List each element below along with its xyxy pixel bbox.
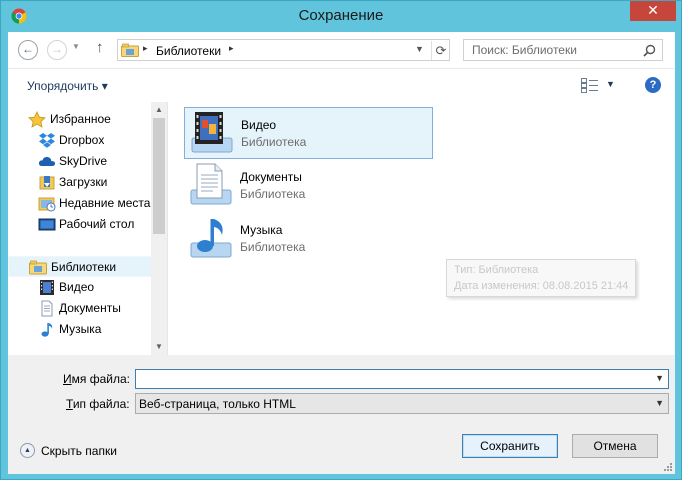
nav-item-recent-places[interactable]: Недавние места xyxy=(8,193,155,214)
recent-places-icon xyxy=(38,197,56,212)
nav-item-label: Рабочий стол xyxy=(59,217,135,231)
chevron-down-icon: ▼ xyxy=(72,42,80,51)
cancel-button[interactable]: Отмена xyxy=(572,434,658,458)
library-name: Видео xyxy=(241,118,277,132)
desktop-icon xyxy=(38,218,56,231)
nav-item-documents[interactable]: Документы xyxy=(8,298,155,319)
downloads-folder-icon xyxy=(39,176,55,190)
help-icon[interactable]: ? xyxy=(645,77,661,93)
nav-favorites-label: Избранное xyxy=(50,112,111,126)
nav-pane-scrollbar[interactable]: ▲ ▼ xyxy=(151,102,167,355)
chevron-down-icon: ▼ xyxy=(415,44,424,54)
nav-item-label: Dropbox xyxy=(59,133,105,147)
library-type: Библиотека xyxy=(240,240,306,254)
nav-favorites[interactable]: Избранное xyxy=(8,109,155,130)
save-dialog: Сохранение ✕ ← → ▼ ↑ ▸ Библиотеки ▸ ▼ ⟳ xyxy=(0,0,682,480)
arrow-up-icon: ↑ xyxy=(96,39,104,56)
library-type: Библиотека xyxy=(241,135,307,149)
nav-item-label: Недавние места xyxy=(59,196,151,210)
refresh-icon: ⟳ xyxy=(435,43,447,58)
library-name: Музыка xyxy=(240,223,283,237)
view-options-icon[interactable] xyxy=(581,78,599,93)
libraries-icon xyxy=(29,260,47,275)
scroll-up-button[interactable]: ▲ xyxy=(155,105,163,114)
dropbox-icon xyxy=(39,133,55,148)
arrow-right-icon: → xyxy=(51,42,63,56)
address-dropdown-button[interactable]: ▼ xyxy=(415,44,424,54)
search-icon xyxy=(643,44,656,57)
filetype-label: Тип файла: xyxy=(66,397,130,411)
breadcrumb-libraries[interactable]: Библиотеки xyxy=(156,44,221,58)
arrow-left-icon: ← xyxy=(22,42,34,56)
close-icon: ✕ xyxy=(647,2,659,18)
chevron-up-icon: ▲ xyxy=(155,105,163,114)
video-library-icon xyxy=(191,112,233,153)
forward-button[interactable]: → xyxy=(47,40,67,60)
navigation-pane: Избранное Dropbox SkyDrive Загрузки Неда… xyxy=(8,102,167,355)
documents-library-icon xyxy=(41,300,53,317)
window-title: Сохранение xyxy=(298,7,384,24)
nav-item-dropbox[interactable]: Dropbox xyxy=(8,130,155,151)
nav-item-downloads[interactable]: Загрузки xyxy=(8,172,155,193)
nav-item-video[interactable]: Видео xyxy=(8,277,155,298)
libraries-icon xyxy=(121,43,139,57)
view-dropdown-button[interactable]: ▼ xyxy=(606,79,615,89)
nav-item-desktop[interactable]: Рабочий стол xyxy=(8,214,155,235)
resize-grip-icon[interactable] xyxy=(663,462,673,472)
music-library-icon xyxy=(41,323,53,337)
nav-libraries-label: Библиотеки xyxy=(51,260,117,274)
search-input[interactable]: Поиск: Библиотеки xyxy=(463,39,663,61)
chevron-down-icon: ▼ xyxy=(606,79,615,89)
nav-libraries[interactable]: Библиотеки xyxy=(8,256,155,277)
hide-folders-label: Скрыть папки xyxy=(41,444,117,458)
library-tile-video[interactable]: Видео Библиотека xyxy=(184,107,433,159)
search-placeholder: Поиск: Библиотеки xyxy=(472,43,577,57)
up-button[interactable]: ↑ xyxy=(96,39,104,56)
documents-library-icon xyxy=(190,163,232,205)
nav-item-label: Видео xyxy=(59,280,95,294)
breadcrumb-separator[interactable]: ▸ xyxy=(229,43,234,54)
dialog-client: ← → ▼ ↑ ▸ Библиотеки ▸ ▼ ⟳ Поиск: Библио… xyxy=(8,32,675,474)
collapse-icon: ▲ xyxy=(20,443,35,458)
nav-item-label: Загрузки xyxy=(59,175,108,189)
file-list: Видео Библиотека Документы Библиотека Му… xyxy=(167,102,675,355)
nav-item-label: Музыка xyxy=(59,322,102,336)
save-button[interactable]: Сохранить xyxy=(462,434,558,458)
back-button[interactable]: ← xyxy=(18,40,38,60)
command-toolbar: Упорядочить ▾ ▼ ? xyxy=(8,68,675,102)
nav-item-label: Документы xyxy=(59,301,121,315)
chevron-down-icon: ▼ xyxy=(155,342,163,351)
scroll-down-button[interactable]: ▼ xyxy=(155,342,163,351)
nav-item-label: SkyDrive xyxy=(59,154,108,168)
tooltip-type: Тип: Библиотека xyxy=(454,264,539,276)
scrollbar-thumb[interactable] xyxy=(153,118,165,234)
filename-label: Имя файла: xyxy=(63,372,130,386)
organize-button[interactable]: Упорядочить ▾ xyxy=(27,79,108,93)
chevron-down-icon: ▼ xyxy=(655,398,664,408)
library-name: Документы xyxy=(240,170,302,184)
cloud-icon xyxy=(38,156,56,166)
title-bar[interactable]: Сохранение ✕ xyxy=(1,1,681,32)
filetype-value: Веб-страница, только HTML xyxy=(139,397,296,411)
star-icon xyxy=(28,111,46,128)
nav-item-skydrive[interactable]: SkyDrive xyxy=(8,151,155,172)
chevron-down-icon: ▼ xyxy=(655,373,664,383)
refresh-button[interactable]: ⟳ xyxy=(431,41,450,60)
close-button[interactable]: ✕ xyxy=(630,1,676,21)
item-tooltip: Тип: Библиотека Дата изменения: 08.08.20… xyxy=(446,259,636,297)
filename-input[interactable]: ▼ xyxy=(135,369,669,389)
address-bar[interactable]: ▸ Библиотеки ▸ ▼ ⟳ xyxy=(117,39,450,61)
filename-dropdown-button[interactable]: ▼ xyxy=(655,373,664,383)
filetype-select[interactable]: Веб-страница, только HTML ▼ xyxy=(135,393,669,414)
library-type: Библиотека xyxy=(240,187,306,201)
library-tile-documents[interactable]: Документы Библиотека xyxy=(184,160,433,212)
breadcrumb-separator[interactable]: ▸ xyxy=(143,43,148,54)
video-library-icon xyxy=(40,280,54,295)
tooltip-modified: Дата изменения: 08.08.2015 21:44 xyxy=(454,280,629,292)
music-library-icon xyxy=(190,219,232,258)
nav-item-music[interactable]: Музыка xyxy=(8,319,155,340)
navigation-bar: ← → ▼ ↑ ▸ Библиотеки ▸ ▼ ⟳ Поиск: Библио… xyxy=(8,32,675,68)
recent-locations-button[interactable]: ▼ xyxy=(72,42,80,51)
library-tile-music[interactable]: Музыка Библиотека xyxy=(184,213,433,265)
